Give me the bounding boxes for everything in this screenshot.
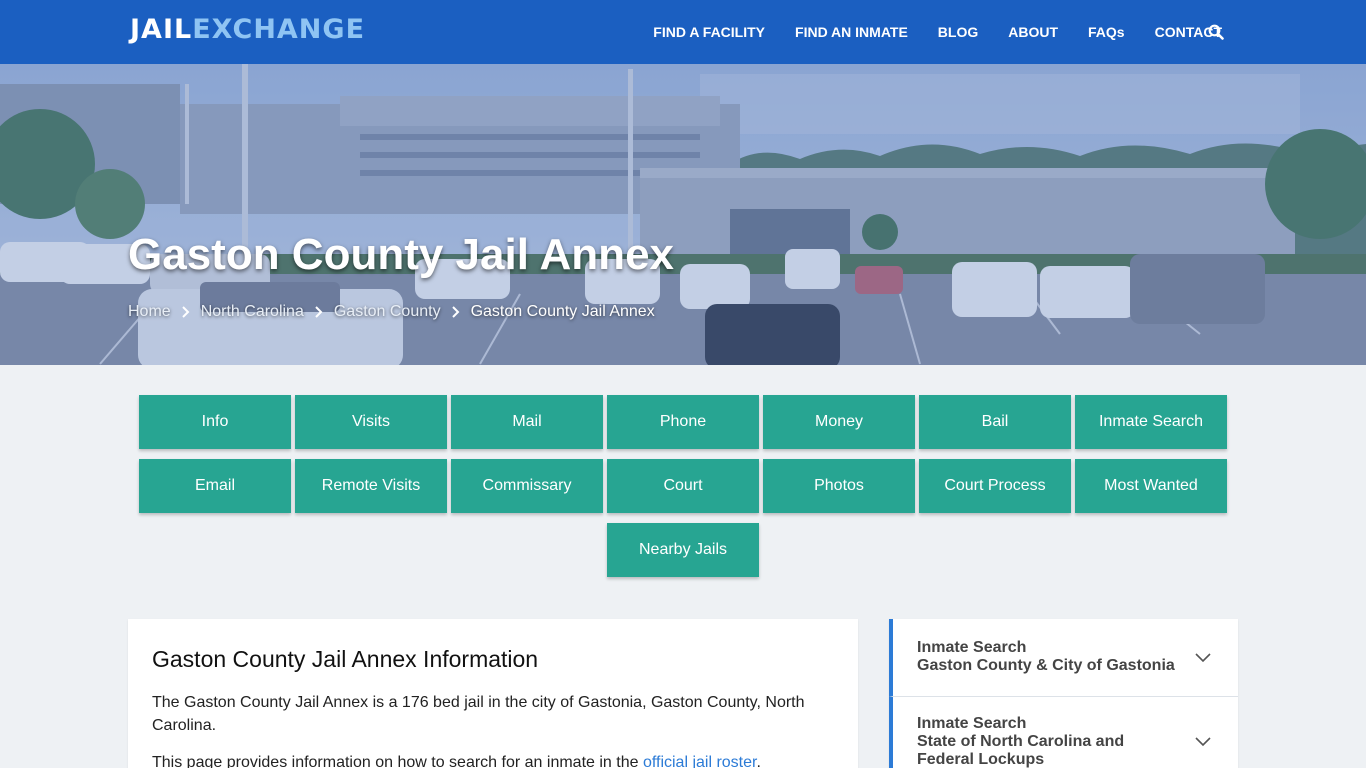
btn-bail[interactable]: Bail (919, 395, 1071, 449)
info-card: Gaston County Jail Annex Information The… (128, 619, 858, 768)
sidebar-item-subtitle: Gaston County & City of Gastonia (917, 657, 1175, 674)
chevron-down-icon[interactable] (1194, 733, 1212, 751)
sidebar-item-county-inmate-search[interactable]: Inmate Search Gaston County & City of Ga… (889, 619, 1238, 697)
btn-money[interactable]: Money (763, 395, 915, 449)
sidebar-item-title: Inmate Search (917, 715, 1027, 732)
logo-text-jail: JAIL (130, 14, 193, 45)
breadcrumb-county[interactable]: Gaston County (334, 303, 441, 321)
btn-court-process[interactable]: Court Process (919, 459, 1071, 513)
breadcrumb: Home North Carolina Gaston County Gaston… (128, 303, 655, 321)
info-paragraph-2-end: . (756, 754, 761, 768)
btn-remote-visits[interactable]: Remote Visits (295, 459, 447, 513)
nav-blog[interactable]: BLOG (938, 24, 978, 40)
nav-links: FIND A FACILITY FIND AN INMATE BLOG ABOU… (653, 0, 1366, 64)
page-title: Gaston County Jail Annex (128, 230, 675, 279)
info-paragraph-2: This page provides information on how to… (152, 751, 834, 768)
btn-mail[interactable]: Mail (451, 395, 603, 449)
breadcrumb-home[interactable]: Home (128, 303, 171, 321)
nav-about[interactable]: ABOUT (1008, 24, 1058, 40)
chevron-right-icon (315, 306, 323, 318)
chevron-down-icon[interactable] (1194, 649, 1212, 667)
btn-nearby-jails[interactable]: Nearby Jails (607, 523, 759, 577)
sidebar-item-subtitle: State of North Carolina and Federal Lock… (917, 733, 1125, 768)
logo-text-exchange: EXCHANGE (192, 14, 366, 45)
nav-faqs[interactable]: FAQs (1088, 24, 1125, 40)
chevron-right-icon (181, 306, 190, 318)
btn-photos[interactable]: Photos (763, 459, 915, 513)
top-navbar: JAILEXCHANGE FIND A FACILITY FIND AN INM… (0, 0, 1366, 64)
nav-find-inmate[interactable]: FIND AN INMATE (795, 24, 908, 40)
chevron-right-icon (451, 306, 459, 318)
btn-most-wanted[interactable]: Most Wanted (1075, 459, 1227, 513)
btn-info[interactable]: Info (139, 395, 291, 449)
sidebar-item-state-inmate-search[interactable]: Inmate Search State of North Carolina an… (889, 697, 1238, 768)
official-jail-roster-link[interactable]: official jail roster (643, 754, 757, 768)
hero-banner: Gaston County Jail Annex Home North Caro… (0, 64, 1366, 365)
btn-court[interactable]: Court (607, 459, 759, 513)
breadcrumb-current: Gaston County Jail Annex (470, 303, 655, 320)
info-heading: Gaston County Jail Annex Information (152, 646, 539, 672)
btn-visits[interactable]: Visits (295, 395, 447, 449)
btn-inmate-search[interactable]: Inmate Search (1075, 395, 1227, 449)
btn-commissary[interactable]: Commissary (451, 459, 603, 513)
btn-email[interactable]: Email (139, 459, 291, 513)
sidebar: Inmate Search Gaston County & City of Ga… (889, 619, 1238, 768)
nav-find-facility[interactable]: FIND A FACILITY (653, 24, 765, 40)
info-paragraph-2-text: This page provides information on how to… (152, 754, 643, 768)
sidebar-item-title: Inmate Search (917, 639, 1027, 656)
search-icon[interactable] (1208, 24, 1224, 40)
info-paragraph-1: The Gaston County Jail Annex is a 176 be… (152, 694, 805, 734)
btn-phone[interactable]: Phone (607, 395, 759, 449)
breadcrumb-state[interactable]: North Carolina (201, 303, 304, 321)
site-logo[interactable]: JAILEXCHANGE (130, 14, 365, 45)
